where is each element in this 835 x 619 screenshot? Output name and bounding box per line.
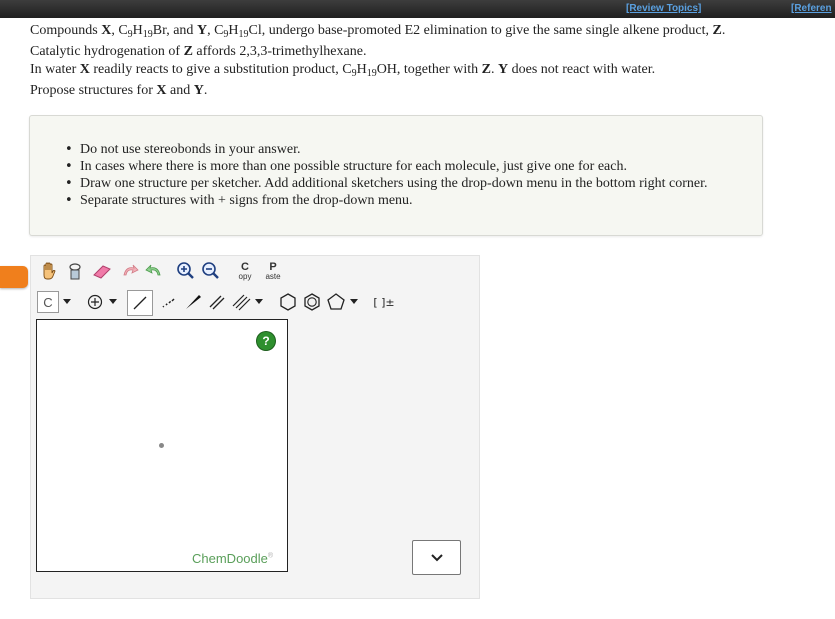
eraser-icon[interactable] (91, 260, 113, 282)
instruction-item: Separate structures with + signs from th… (65, 192, 708, 209)
charge-brackets-button[interactable]: [ ]± (370, 291, 398, 313)
zoom-out-icon[interactable] (200, 260, 222, 282)
undo-icon[interactable] (119, 260, 141, 282)
paste-button[interactable]: P aste (262, 260, 284, 282)
benzene-icon[interactable] (301, 291, 323, 313)
bond-dropdown-arrow[interactable] (252, 291, 266, 313)
instructions-box: Do not use stereobonds in your answer. I… (29, 115, 763, 236)
wedge-bond-icon[interactable] (182, 291, 204, 313)
top-bar: [Review Topics] [Referen (0, 0, 835, 18)
triple-bond-icon[interactable] (230, 291, 252, 313)
references-link[interactable]: [Referen (791, 3, 832, 14)
instruction-item: In cases where there is more than one po… (65, 158, 708, 175)
instructions-list: Do not use stereobonds in your answer. I… (65, 141, 708, 209)
chemdoodle-brand: ChemDoodle® (192, 551, 273, 566)
element-label: C (43, 294, 53, 310)
chevron-down-icon (430, 549, 443, 567)
review-topics-link[interactable]: [Review Topics] (626, 3, 701, 14)
help-icon[interactable]: ? (257, 332, 275, 350)
copy-button[interactable]: C opy (234, 260, 256, 282)
lasso-icon[interactable] (64, 260, 86, 282)
hand-icon[interactable] (38, 260, 60, 282)
double-bond-icon[interactable] (206, 291, 228, 313)
single-bond-icon[interactable] (127, 290, 153, 316)
question-line-3: In water X readily reacts to give a subs… (30, 62, 656, 79)
instruction-item: Do not use stereobonds in your answer. (65, 141, 708, 158)
brand-name: ChemDoodle (192, 551, 268, 566)
zoom-in-icon[interactable] (175, 260, 197, 282)
copy-letter: C (241, 260, 249, 273)
cyclopentane-icon[interactable] (325, 291, 347, 313)
instruction-item: Draw one structure per sketcher. Add add… (65, 175, 708, 192)
dashed-bond-icon[interactable] (157, 291, 179, 313)
question-line-1: Compounds X, C9H19Br, and Y, C9H19Cl, un… (30, 23, 726, 40)
side-tab[interactable] (0, 266, 28, 288)
question-line-2: Catalytic hydrogenation of Z affords 2,3… (30, 44, 367, 59)
charge-dropdown-arrow[interactable] (106, 291, 120, 313)
question-line-4: Propose structures for X and Y. (30, 83, 208, 98)
ring-dropdown-arrow[interactable] (347, 291, 361, 313)
add-sketcher-dropdown[interactable] (412, 540, 461, 575)
charge-plus-icon[interactable] (84, 291, 106, 313)
copy-label: opy (238, 271, 252, 281)
paste-label: aste (265, 271, 281, 281)
paste-letter: P (269, 260, 277, 273)
canvas-center-dot (159, 443, 164, 448)
charge-brackets-label: [ ]± (373, 295, 395, 309)
redo-icon[interactable] (143, 260, 165, 282)
element-dropdown-arrow[interactable] (60, 291, 74, 313)
brand-mark: ® (267, 552, 274, 560)
cyclohexane-icon[interactable] (277, 291, 299, 313)
element-select[interactable]: C (37, 291, 59, 313)
